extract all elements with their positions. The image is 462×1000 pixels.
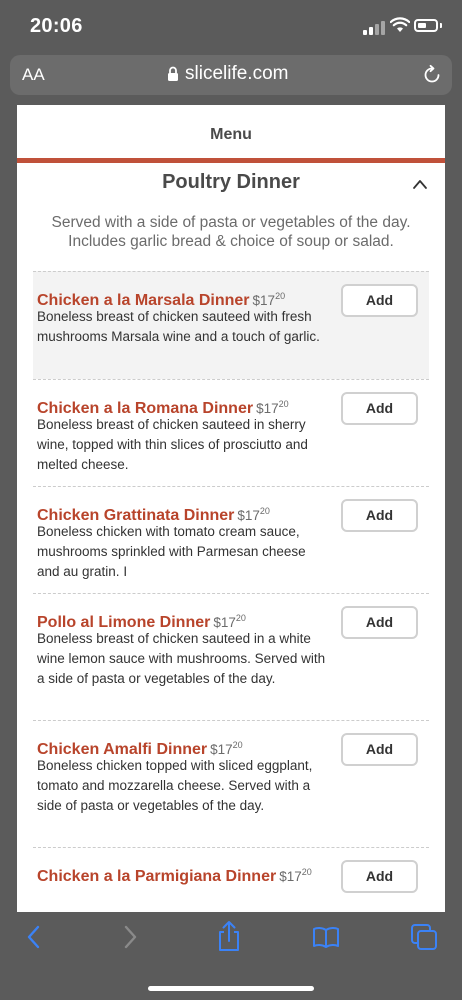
battery-tip — [440, 23, 442, 28]
section-description: Served with a side of pasta or vegetable… — [51, 214, 411, 250]
section-title[interactable]: Poultry Dinner — [17, 171, 445, 194]
url-text[interactable]: slicelife.com — [185, 63, 288, 85]
item-description: Boneless chicken topped with sliced eggp… — [37, 758, 313, 813]
page-content: Menu Poultry Dinner Served with a side o… — [0, 105, 462, 912]
item-heading: Chicken a la Parmigiana Dinner $1720 — [37, 861, 327, 888]
menu-card: Menu Poultry Dinner Served with a side o… — [17, 105, 445, 912]
item-price: $1720 — [237, 506, 270, 523]
reader-aa-button[interactable]: AA — [22, 65, 45, 85]
menu-tab[interactable]: Menu — [17, 126, 445, 144]
item-price: $1720 — [256, 399, 289, 416]
item-description: Boneless chicken with tomato cream sauce… — [37, 524, 306, 579]
menu-item[interactable]: Chicken a la Romana Dinner $1720 Boneless… — [33, 379, 429, 486]
menu-item[interactable]: Chicken a la Marsala Dinner $1720 Boneles… — [33, 271, 429, 379]
wifi-icon — [390, 17, 410, 32]
reload-icon[interactable] — [421, 64, 443, 86]
item-price: $1720 — [252, 291, 286, 308]
lock-icon — [168, 66, 178, 81]
menu-item[interactable]: Chicken Grattinata Dinner $1720 Boneless … — [33, 486, 429, 593]
add-button[interactable]: Add — [341, 733, 418, 766]
item-price: $1720 — [279, 867, 312, 884]
item-price: $1720 — [210, 740, 243, 757]
menu-item[interactable]: Chicken Amalfi Dinner $1720 Boneless chic… — [33, 720, 429, 847]
add-button[interactable]: Add — [341, 284, 418, 317]
add-button[interactable]: Add — [341, 499, 418, 532]
tabs-icon[interactable] — [410, 923, 438, 951]
item-name: Chicken a la Parmigiana Dinner — [37, 868, 277, 885]
add-button[interactable]: Add — [341, 392, 418, 425]
address-bar[interactable]: AA slicelife.com — [10, 55, 452, 95]
item-price: $1720 — [213, 613, 246, 630]
back-icon[interactable] — [24, 925, 44, 949]
item-description: Boneless breast of chicken sauteed with … — [37, 309, 320, 344]
menu-item[interactable]: Chicken a la Parmigiana Dinner $1720 Add — [33, 847, 429, 912]
home-indicator — [148, 986, 314, 991]
add-button[interactable]: Add — [341, 860, 418, 893]
share-icon[interactable] — [216, 920, 242, 952]
cellular-signal-icon — [363, 21, 385, 35]
chevron-up-icon[interactable] — [412, 178, 428, 190]
bookmarks-icon[interactable] — [312, 926, 340, 948]
item-description: Boneless breast of chicken sauteed in a … — [37, 631, 326, 686]
item-description: Boneless breast of chicken sauteed in sh… — [37, 417, 308, 472]
forward-icon[interactable] — [120, 925, 140, 949]
menu-underline — [17, 158, 445, 163]
status-time: 20:06 — [30, 15, 83, 37]
menu-item[interactable]: Pollo al Limone Dinner $1720 Boneless bre… — [33, 593, 429, 720]
battery-icon — [414, 19, 438, 32]
add-button[interactable]: Add — [341, 606, 418, 639]
status-bar: 20:06 — [0, 0, 462, 52]
